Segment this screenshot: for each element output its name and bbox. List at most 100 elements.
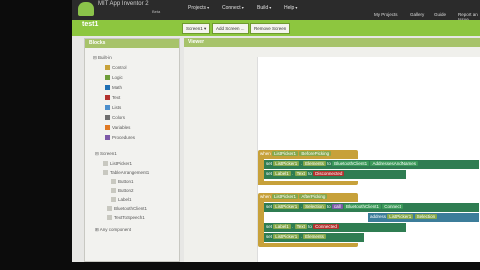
component-dropdown[interactable]: ListPicker1 [272, 194, 299, 199]
event-name: BeforePicking [299, 151, 332, 156]
builtin-category[interactable]: Logic [105, 75, 123, 80]
component-dropdown[interactable]: BluetoothClient1 [343, 204, 381, 209]
property-dropdown[interactable]: Text [294, 171, 307, 176]
category-swatch-icon [105, 115, 110, 120]
brand-title: MIT App Inventor 2 [98, 1, 149, 7]
builtin-category[interactable]: Control [105, 65, 127, 70]
component-item[interactable]: TableArrangement1 [103, 170, 149, 175]
dot-separator: . [300, 204, 302, 209]
component-dropdown[interactable]: BluetoothClient1 [332, 161, 370, 166]
component-icon [103, 161, 108, 166]
component-dropdown[interactable]: Label1 [273, 171, 291, 176]
set-selection-block[interactable]: set ListPicker1 . Selection to call Blue… [264, 203, 479, 212]
component-icon [103, 170, 108, 175]
component-item[interactable]: Button1 [111, 179, 134, 184]
set-label-text-block[interactable]: set Label1 . Text to Disconnected [264, 170, 406, 179]
component-label: TableArrangement1 [110, 170, 150, 175]
set-keyword: set [266, 171, 273, 176]
builtin-category[interactable]: Variables [105, 125, 130, 130]
component-dropdown[interactable]: ListPicker1 [272, 151, 299, 156]
set-keyword: set [266, 161, 273, 166]
builtin-category[interactable]: Text [105, 95, 120, 100]
event-block-after-picking[interactable]: when ListPicker1 AfterPicking [258, 193, 358, 202]
set-label-connected-block[interactable]: set Label1 . Text to Connected [264, 223, 406, 232]
set-elements-block[interactable]: set ListPicker1 . Elements to BluetoothC… [264, 160, 479, 169]
component-icon [111, 188, 116, 193]
component-label: TextToSpeech1 [114, 215, 145, 220]
dot-separator: . [292, 171, 294, 176]
menu-help[interactable]: Help [284, 5, 297, 11]
event-block-footer [258, 181, 358, 185]
property-name: AddressesAndNames [370, 161, 418, 166]
any-component-node[interactable]: ⊞ Any component [95, 227, 131, 233]
category-label: Control [112, 65, 127, 70]
category-swatch-icon [105, 135, 110, 140]
component-dropdown[interactable]: ListPicker1 [387, 214, 414, 219]
menu-connect[interactable]: Connect [222, 5, 244, 11]
builtin-category[interactable]: Colors [105, 115, 125, 120]
guide-link[interactable]: Guide [434, 12, 446, 17]
my-projects-link[interactable]: My Projects [374, 12, 398, 17]
top-navbar: MIT App Inventor 2 Beta Projects Connect… [72, 0, 480, 22]
category-label: Procedures [112, 135, 136, 140]
component-dropdown[interactable]: ListPicker1 [273, 234, 300, 239]
property-dropdown[interactable]: Selection [414, 214, 438, 219]
property-dropdown[interactable]: Text [294, 224, 307, 229]
blocks-panel-header: Blocks [85, 39, 179, 48]
category-swatch-icon [105, 85, 110, 90]
category-label: Logic [112, 75, 123, 80]
component-item[interactable]: TextToSpeech1 [107, 215, 145, 220]
component-dropdown[interactable]: ListPicker1 [273, 161, 300, 166]
component-dropdown[interactable]: ListPicker1 [273, 204, 300, 209]
screen1-node[interactable]: ⊟ Screen1 [95, 151, 117, 157]
text-literal[interactable]: Connected [313, 224, 339, 229]
builtin-label: Built-in [98, 55, 112, 60]
property-dropdown[interactable]: Selection [303, 204, 326, 209]
category-swatch-icon [105, 105, 110, 110]
to-keyword: to [308, 224, 312, 229]
property-dropdown[interactable]: Elements [303, 234, 326, 239]
component-item[interactable]: Label1 [111, 197, 132, 202]
event-name: AfterPicking [299, 194, 328, 199]
builtin-node[interactable]: ⊟ Built-in [93, 55, 112, 61]
call-keyword: call [331, 204, 343, 209]
component-label: ListPicker1 [110, 161, 133, 166]
component-label: Button1 [118, 179, 134, 184]
text-literal[interactable]: Disconnected [313, 171, 345, 176]
builtin-category[interactable]: Procedures [105, 135, 135, 140]
category-label: Text [112, 95, 121, 100]
component-item[interactable]: Button2 [111, 188, 134, 193]
component-icon [111, 179, 116, 184]
property-dropdown[interactable]: Elements [303, 161, 326, 166]
screen-select-label: Screen1 [186, 26, 203, 31]
blocks-workspace[interactable]: when ListPicker1 BeforePicking set ListP… [257, 57, 480, 262]
app-inventor-logo [78, 2, 94, 16]
menu-build[interactable]: Build [257, 5, 271, 11]
project-title: test1 [82, 21, 99, 28]
set-keyword: set [266, 224, 273, 229]
remove-screen-button[interactable]: Remove Screen [250, 23, 291, 34]
component-label: Label1 [118, 197, 132, 202]
screen-select[interactable]: Screen1 ▾ [182, 23, 211, 34]
viewer-header: Viewer [184, 38, 480, 47]
dot-separator: . [300, 161, 302, 166]
set-elements-block-2[interactable]: set ListPicker1 . Elements [264, 233, 364, 242]
when-keyword: when [260, 194, 271, 199]
beta-label: Beta [152, 9, 161, 14]
add-screen-button[interactable]: Add Screen ... [212, 23, 249, 34]
component-label: Button2 [118, 188, 134, 193]
component-dropdown[interactable]: Label1 [273, 224, 291, 229]
builtin-category[interactable]: Math [105, 85, 122, 90]
category-label: Math [112, 85, 123, 90]
gallery-link[interactable]: Gallery [410, 12, 424, 17]
event-block-footer [258, 243, 358, 247]
event-block-before-picking[interactable]: when ListPicker1 BeforePicking [258, 150, 358, 159]
builtin-category[interactable]: Lists [105, 105, 121, 110]
component-icon [111, 197, 116, 202]
dot-separator: . [292, 224, 294, 229]
component-item[interactable]: BluetoothClient1 [107, 206, 147, 211]
address-argument[interactable]: address ListPicker1 Selection [368, 213, 479, 222]
menu-projects[interactable]: Projects [188, 5, 209, 11]
component-item[interactable]: ListPicker1 [103, 161, 132, 166]
category-swatch-icon [105, 95, 110, 100]
